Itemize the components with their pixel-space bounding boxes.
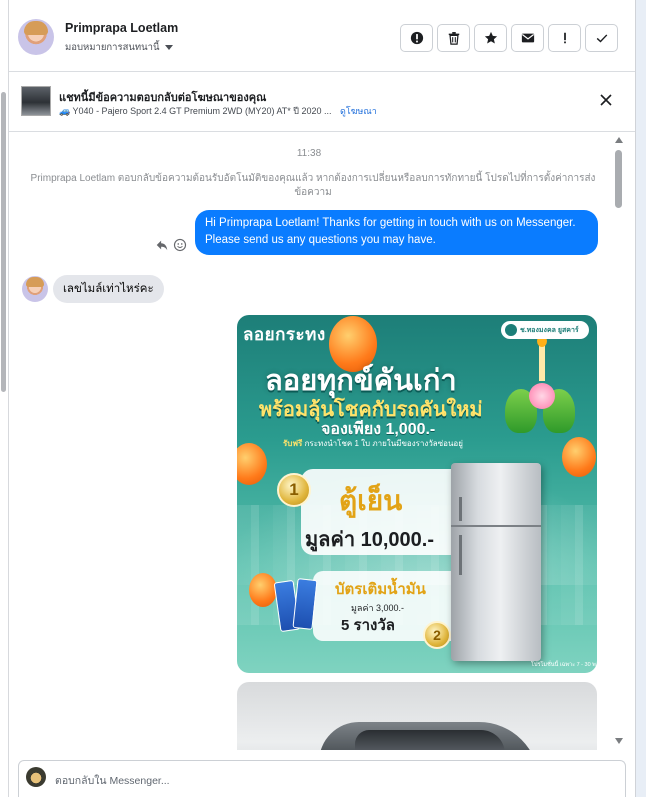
- message-timestamp: 11:38: [296, 148, 322, 159]
- contact-avatar[interactable]: [18, 19, 54, 55]
- conversation-header: Primprapa Loetlam มอบหมายการสนทนานี้: [9, 0, 635, 72]
- contact-name[interactable]: Primprapa Loetlam: [65, 21, 178, 35]
- contact-avatar-small: [22, 276, 48, 302]
- follow-up-button[interactable]: [548, 24, 581, 52]
- prize2-count: 5 รางวัล: [341, 617, 395, 634]
- mark-done-button[interactable]: [585, 24, 618, 52]
- promo-brand: ลอยกระทง: [243, 325, 326, 344]
- envelope-icon: [521, 33, 534, 43]
- trash-icon: [448, 32, 459, 45]
- prize2-medal: 2: [423, 621, 451, 649]
- prize1-name: ตู้เย็น: [339, 485, 403, 516]
- alert-circle-icon: [410, 31, 423, 45]
- left-panel-edge: [0, 0, 9, 797]
- system-notice: Primprapa Loetlam ตอบกลับข้อความต้อนรับอ…: [30, 173, 596, 198]
- ad-name: 🚙 Y040 - Pajero Sport 2.4 GT Premium 2WD…: [59, 106, 332, 116]
- exclamation-icon: [563, 32, 566, 44]
- assign-conversation-dropdown[interactable]: มอบหมายการสนทนานี้: [65, 40, 173, 55]
- message-composer: ตอบกลับใน Messenger...: [9, 750, 635, 797]
- right-panel-edge: [635, 0, 646, 797]
- dealer-logo-text: ช.ทองมงคล ยูสคาร์: [520, 326, 579, 334]
- star-icon: [484, 31, 497, 44]
- check-icon: [596, 34, 607, 43]
- incoming-message[interactable]: เลขไมล์เท่าไหร่คะ: [53, 275, 164, 303]
- header-actions: [400, 24, 618, 52]
- prize1-medal: 1: [277, 473, 311, 507]
- scrollbar-thumb[interactable]: [615, 150, 622, 208]
- prize1-value: มูลค่า 10,000.-: [305, 529, 434, 551]
- delete-button[interactable]: [437, 24, 470, 52]
- car-image-message[interactable]: [237, 682, 597, 750]
- fridge-image: [451, 463, 541, 661]
- outgoing-message[interactable]: Hi Primprapa Loetlam! Thanks for getting…: [195, 210, 598, 255]
- ad-thumbnail[interactable]: [21, 86, 51, 116]
- reply-placeholder: ตอบกลับใน Messenger...: [55, 775, 170, 787]
- fuel-card-image: [273, 577, 321, 633]
- promo-image-message[interactable]: ลอยกระทง ช.ทองมงคล ยูสคาร์ ลอยทุกข์คันเก…: [237, 315, 597, 673]
- scroll-up-icon[interactable]: [615, 137, 623, 143]
- chevron-down-icon: [164, 45, 173, 50]
- assign-label: มอบหมายการสนทนานี้: [65, 42, 160, 53]
- lantern-image: [562, 437, 596, 477]
- message-actions: [155, 238, 187, 252]
- ad-banner-subtitle: 🚙 Y040 - Pajero Sport 2.4 GT Premium 2WD…: [59, 104, 377, 118]
- krathong-image: [505, 335, 577, 433]
- left-scrollbar-thumb[interactable]: [1, 92, 6, 392]
- lantern-image: [249, 573, 277, 607]
- close-icon[interactable]: [598, 92, 614, 108]
- emoji-react-icon[interactable]: [173, 238, 187, 252]
- mark-unread-button[interactable]: [511, 24, 544, 52]
- promo-gift-line: รับฟรี กระทงนำโชค 1 ใบ ภายในมีของรางวัลซ…: [283, 439, 463, 448]
- page-avatar: [26, 767, 46, 787]
- scroll-down-icon[interactable]: [615, 738, 623, 744]
- ad-reply-banner: แชทนี้มีข้อความตอบกลับต่อโฆษณาของคุณ 🚙 Y…: [9, 72, 635, 132]
- mark-spam-button[interactable]: [400, 24, 433, 52]
- car-window-image: [355, 730, 505, 750]
- prize2-name: บัตรเติมน้ำมัน: [335, 581, 426, 598]
- promo-footnote: โปรโมชั่นนี้ เฉพาะ 7 - 30 พ.ย. 65 เท่านั…: [531, 662, 597, 668]
- dealer-logo: ช.ทองมงคล ยูสคาร์: [501, 321, 589, 339]
- message-thread[interactable]: 11:38 Primprapa Loetlam ตอบกลับข้อความต้…: [9, 132, 635, 750]
- reply-icon[interactable]: [155, 238, 169, 252]
- thread-scrollbar[interactable]: [613, 132, 626, 750]
- star-button[interactable]: [474, 24, 507, 52]
- view-ad-link[interactable]: ดูโฆษณา: [340, 106, 377, 116]
